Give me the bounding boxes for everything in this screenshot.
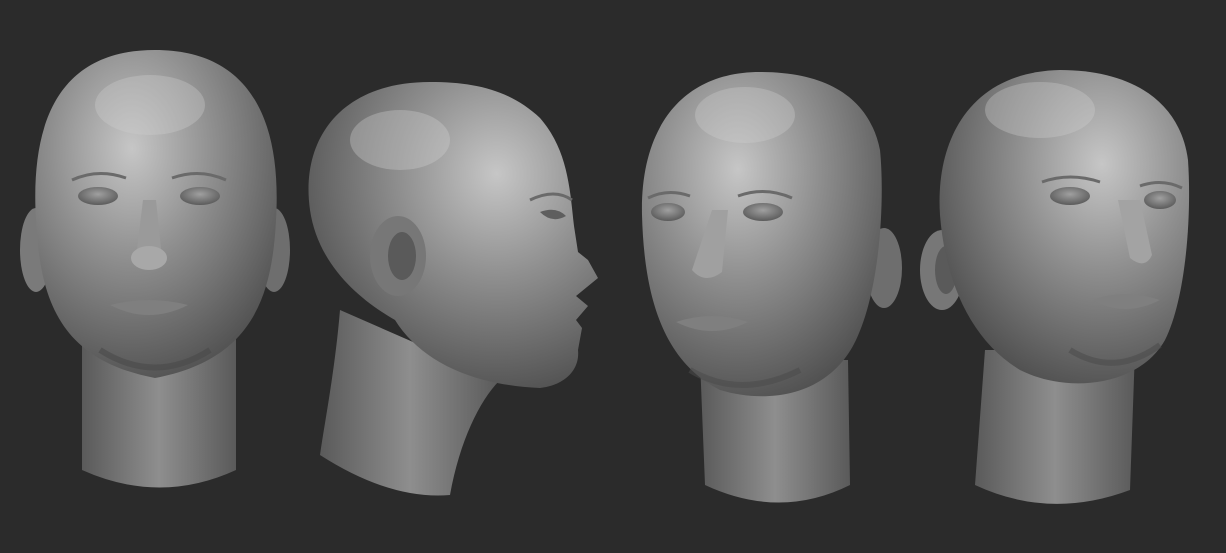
right-eye <box>1144 191 1176 209</box>
head-sculpt-render <box>20 50 1190 504</box>
forehead-highlight <box>95 75 205 135</box>
sculpt-viewport <box>0 0 1226 553</box>
right-eye <box>180 187 220 205</box>
skull-highlight <box>350 110 450 170</box>
forehead-highlight <box>695 87 795 143</box>
nose-tip <box>131 246 167 270</box>
ear-inner <box>388 232 416 280</box>
left-eye <box>78 187 118 205</box>
head-three-quarter-left <box>641 72 902 503</box>
left-eye <box>1050 187 1090 205</box>
head-three-quarter-right <box>920 70 1190 504</box>
right-eye <box>743 203 783 221</box>
head-profile <box>308 82 598 496</box>
head-front <box>20 50 290 488</box>
forehead-highlight <box>985 82 1095 138</box>
left-eye <box>651 203 685 221</box>
